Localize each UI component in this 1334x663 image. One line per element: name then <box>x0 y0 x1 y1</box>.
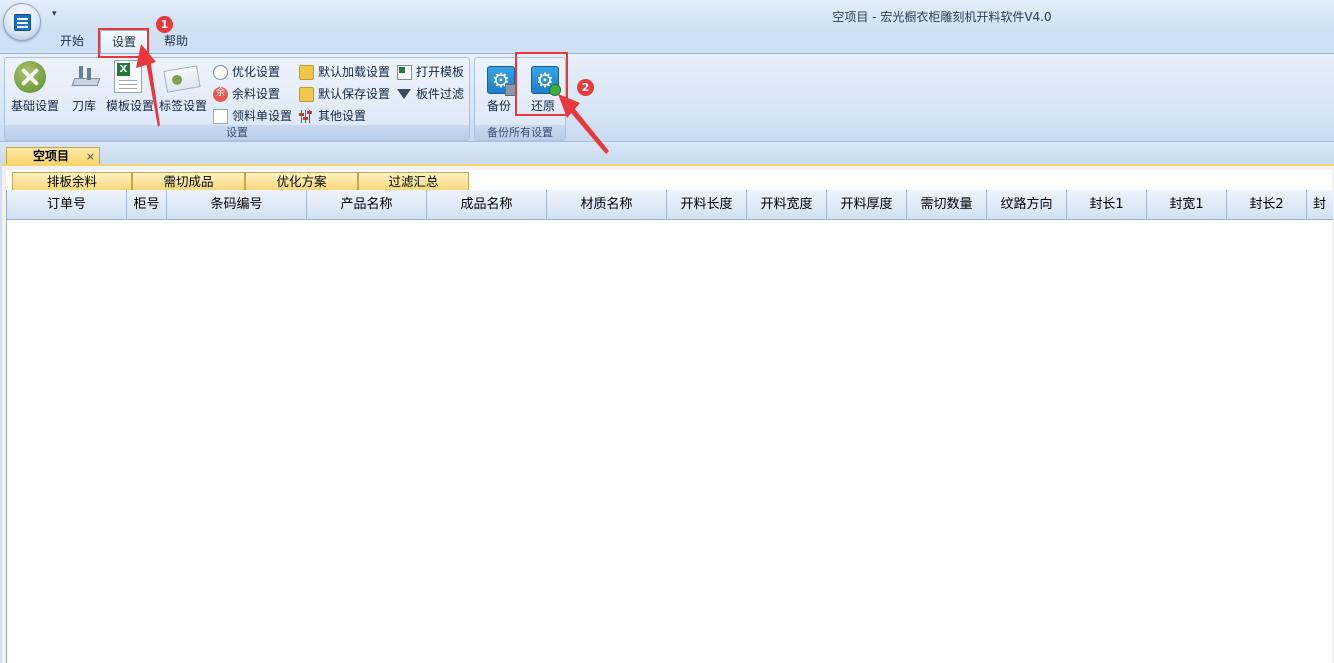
remnant-icon: 余 <box>213 87 228 102</box>
sliders-icon <box>299 109 314 124</box>
folder-load-icon <box>299 65 314 80</box>
column-header-finished-name[interactable]: 成品名称 <box>427 190 547 220</box>
settings-group: 基础设置 刀库 模板设置 标签设置 优化设置 余 余料设置 领料单设置 <box>4 57 470 141</box>
remnant-settings-button[interactable]: 余 余料设置 <box>213 84 280 104</box>
column-header-grain-direction[interactable]: 纹路方向 <box>987 190 1067 220</box>
basic-settings-label: 基础设置 <box>10 99 59 113</box>
document-tab[interactable]: 空项目 × <box>6 147 100 165</box>
column-header-edge-cut[interactable]: 封 <box>1307 190 1333 220</box>
column-header-cut-quantity[interactable]: 需切数量 <box>907 190 987 220</box>
restore-label: 还原 <box>530 99 555 113</box>
excel-file-icon <box>397 65 412 80</box>
clock-icon <box>213 65 228 80</box>
tab-settings[interactable]: 设置 <box>100 30 148 54</box>
document-area: 排板余料 需切成品 优化方案 过滤汇总 订单号 柜号 条码编号 产品名称 成品名… <box>2 164 1334 663</box>
column-header-product-name[interactable]: 产品名称 <box>307 190 427 220</box>
tab-start[interactable]: 开始 <box>55 30 89 54</box>
template-settings-label: 模板设置 <box>105 99 154 113</box>
tab-filter-summary[interactable]: 过滤汇总 <box>358 172 469 190</box>
column-header-edge-width-1[interactable]: 封宽1 <box>1147 190 1227 220</box>
sub-tab-bar: 排板余料 需切成品 优化方案 过滤汇总 <box>6 170 1332 190</box>
knife-icon <box>71 66 99 88</box>
column-header-order-no[interactable]: 订单号 <box>7 190 127 220</box>
close-tab-icon[interactable]: × <box>86 149 95 165</box>
label-settings-label: 标签设置 <box>158 99 207 113</box>
basic-settings-button[interactable]: 基础设置 <box>5 60 65 124</box>
document-icon <box>213 109 228 124</box>
gear-backup-icon <box>487 66 517 96</box>
column-header-cut-width[interactable]: 开料宽度 <box>747 190 827 220</box>
open-template-label: 打开模板 <box>416 65 465 79</box>
backup-button[interactable]: 备份 <box>477 60 521 124</box>
tab-help[interactable]: 帮助 <box>158 30 194 54</box>
template-settings-button[interactable]: 模板设置 <box>104 60 156 124</box>
tab-layout-remnant[interactable]: 排板余料 <box>12 172 132 190</box>
default-save-settings-button[interactable]: 默认保存设置 <box>299 84 390 104</box>
column-header-edge-length-1[interactable]: 封长1 <box>1067 190 1147 220</box>
column-header-barcode[interactable]: 条码编号 <box>167 190 307 220</box>
label-settings-button[interactable]: 标签设置 <box>157 60 209 124</box>
default-load-settings-button[interactable]: 默认加载设置 <box>299 62 390 82</box>
application-menu-button[interactable] <box>3 3 41 41</box>
parts-grid[interactable]: 订单号 柜号 条码编号 产品名称 成品名称 材质名称 开料长度 开料宽度 开料厚… <box>6 190 1333 663</box>
folder-save-icon <box>299 87 314 102</box>
remnant-settings-label: 余料设置 <box>232 87 281 101</box>
default-load-settings-label: 默认加载设置 <box>318 65 391 79</box>
label-icon <box>163 65 201 93</box>
ribbon-panel: 基础设置 刀库 模板设置 标签设置 优化设置 余 余料设置 领料单设置 <box>0 53 1334 142</box>
column-header-cabinet-no[interactable]: 柜号 <box>127 190 167 220</box>
default-save-settings-label: 默认保存设置 <box>318 87 391 101</box>
title-bar: ▾ 空项目 - 宏光橱衣柜雕刻机开料软件V4.0 <box>0 0 1334 30</box>
panel-filter-label: 板件过滤 <box>416 87 465 101</box>
filter-icon <box>397 89 411 99</box>
restore-button[interactable]: 还原 <box>521 60 565 124</box>
picking-list-settings-button[interactable]: 领料单设置 <box>213 106 292 126</box>
knife-library-label: 刀库 <box>71 99 96 113</box>
app-logo-icon <box>14 14 31 31</box>
document-tab-bar: 空项目 × <box>0 142 1334 165</box>
optimization-settings-label: 优化设置 <box>232 65 281 79</box>
grid-header: 订单号 柜号 条码编号 产品名称 成品名称 材质名称 开料长度 开料宽度 开料厚… <box>7 190 1333 220</box>
backup-label: 备份 <box>486 99 511 113</box>
column-header-cut-thickness[interactable]: 开料厚度 <box>827 190 907 220</box>
column-header-edge-length-2[interactable]: 封长2 <box>1227 190 1307 220</box>
open-template-button[interactable]: 打开模板 <box>397 62 464 82</box>
other-settings-label: 其他设置 <box>318 109 367 123</box>
column-header-material-name[interactable]: 材质名称 <box>547 190 667 220</box>
window-title: 空项目 - 宏光橱衣柜雕刻机开料软件V4.0 <box>832 10 1052 24</box>
optimization-settings-button[interactable]: 优化设置 <box>213 62 280 82</box>
other-settings-button[interactable]: 其他设置 <box>299 106 366 126</box>
tab-cut-products[interactable]: 需切成品 <box>132 172 245 190</box>
knife-library-button[interactable]: 刀库 <box>59 60 109 124</box>
step-1-badge: 1 <box>156 16 173 33</box>
picking-list-settings-label: 领料单设置 <box>232 109 293 123</box>
backup-group-label: 备份所有设置 <box>475 125 565 140</box>
document-tab-label: 空项目 <box>33 149 70 163</box>
step-2-badge: 2 <box>577 79 594 96</box>
gear-restore-icon <box>531 66 561 96</box>
panel-filter-button[interactable]: 板件过滤 <box>397 84 464 104</box>
column-header-cut-length[interactable]: 开料长度 <box>667 190 747 220</box>
tools-icon <box>14 61 46 93</box>
backup-group: 备份 还原 备份所有设置 <box>474 57 566 141</box>
excel-template-icon <box>114 60 142 93</box>
settings-group-label: 设置 <box>5 125 469 140</box>
ribbon-tabs: 开始 设置 帮助 <box>0 30 1334 54</box>
tab-optimization-plan[interactable]: 优化方案 <box>245 172 358 190</box>
